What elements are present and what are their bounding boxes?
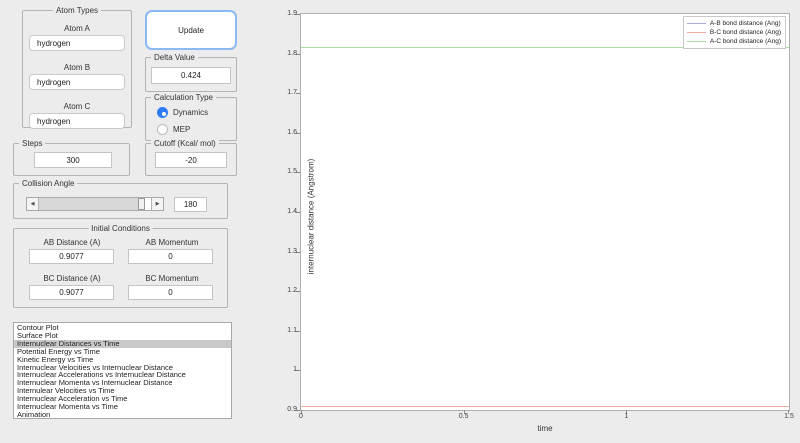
legend-entry: A-C bond distance (Ang) [686, 37, 781, 46]
collision-angle-panel: Collision Angle ◀ ▶ 180 [13, 179, 228, 219]
delta-value-title: Delta Value [151, 53, 198, 62]
list-item[interactable]: Animation [14, 411, 231, 418]
y-tick-label: 1.8 [287, 49, 297, 57]
collision-angle-slider[interactable]: ◀ ▶ [26, 197, 164, 211]
radio-unselected-icon [157, 124, 168, 135]
y-tick-label: 1.7 [287, 89, 297, 97]
delta-value-panel: Delta Value 0.424 [145, 53, 237, 92]
legend-line-swatch [686, 23, 706, 24]
atom-c-value: hydrogen [37, 116, 71, 126]
y-axis-label: internuclear distance (Angstrom) [306, 158, 316, 275]
pes-app-window: Atom Types Atom A hydrogen ▴ ▾ Atom B hyd… [0, 0, 800, 443]
initial-conditions-panel: Initial Conditions AB Distance (A) AB Mo… [13, 224, 228, 308]
calculation-type-title: Calculation Type [151, 93, 216, 102]
x-axis-label: time [537, 424, 553, 433]
slider-thumb[interactable] [137, 198, 145, 210]
legend-entry: A-B bond distance (Ang) [686, 19, 781, 28]
ab-distance-label: AB Distance (A) [43, 238, 101, 247]
steps-title: Steps [19, 139, 46, 148]
y-tick-label: 1.9 [287, 10, 297, 17]
initial-conditions-title: Initial Conditions [88, 224, 153, 233]
bc-momentum-field[interactable]: 0 [128, 285, 213, 300]
legend-label: A-C bond distance (Ang) [709, 38, 781, 45]
y-tick-label: 1.2 [287, 287, 297, 295]
plot-legend[interactable]: A-B bond distance (Ang) B-C bond distance… [682, 16, 786, 49]
dropdown-stepper-icon: ▴ ▾ [114, 116, 118, 125]
legend-label: B-C bond distance (Ang) [709, 29, 781, 36]
mep-radio[interactable]: MEP [157, 124, 190, 135]
slider-left-arrow-icon[interactable]: ◀ [27, 198, 39, 210]
legend-label: A-B bond distance (Ang) [709, 20, 781, 27]
legend-line-swatch [686, 32, 706, 33]
delta-value-field[interactable]: 0.424 [151, 67, 231, 84]
x-tick-label: 0.5 [458, 413, 469, 420]
atom-c-dropdown[interactable]: hydrogen ▴ ▾ [29, 113, 125, 129]
plot-type-listbox[interactable]: Contour Plot Surface Plot Internuclear Dis… [13, 322, 232, 419]
x-tick-label: 1 [624, 413, 629, 420]
legend-line-swatch [686, 41, 706, 42]
collision-angle-field[interactable]: 180 [174, 197, 207, 212]
dynamics-radio-label: Dynamics [173, 108, 209, 117]
atom-b-dropdown[interactable]: hydrogen ▴ ▾ [29, 74, 125, 90]
series-line-2 [301, 406, 789, 408]
ab-momentum-label: AB Momentum [145, 238, 199, 247]
y-tick-label: 1.3 [287, 247, 297, 255]
collision-angle-title: Collision Angle [19, 179, 78, 188]
y-tick-label: 1.1 [287, 326, 297, 334]
bc-distance-field[interactable]: 0.9077 [29, 285, 114, 300]
y-tick-label: 1.4 [287, 208, 297, 215]
atom-c-label: Atom C [63, 102, 91, 111]
steps-panel: Steps 300 [13, 139, 130, 176]
bc-distance-label: BC Distance (A) [43, 274, 101, 283]
update-button[interactable]: Update [145, 10, 237, 50]
atom-a-value: hydrogen [37, 38, 71, 48]
x-tick-label: 0 [299, 413, 303, 420]
plot-axes[interactable]: internuclear distance (Angstrom) time A-… [287, 10, 794, 433]
ab-distance-field[interactable]: 0.9077 [29, 249, 114, 264]
atom-types-title: Atom Types [52, 6, 102, 15]
y-tick-label: 0.9 [287, 406, 297, 413]
atom-b-label: Atom B [63, 63, 91, 72]
y-tick-label: 1.5 [287, 168, 297, 176]
bc-momentum-label: BC Momentum [145, 274, 199, 283]
slider-fill [39, 198, 139, 210]
calculation-type-panel: Calculation Type Dynamics MEP [145, 93, 237, 141]
atom-b-value: hydrogen [37, 77, 71, 87]
atom-a-label: Atom A [64, 24, 90, 33]
slider-right-arrow-icon[interactable]: ▶ [151, 198, 163, 210]
y-tick-label: 1.6 [287, 128, 297, 136]
slider-track[interactable] [39, 198, 151, 210]
ab-momentum-field[interactable]: 0 [128, 249, 213, 264]
x-tick-label: 1.5 [784, 413, 794, 420]
steps-field[interactable]: 300 [34, 152, 112, 168]
radio-selected-icon [157, 107, 168, 118]
atom-types-panel: Atom Types Atom A hydrogen ▴ ▾ Atom B hyd… [22, 6, 132, 129]
cutoff-field[interactable]: -20 [155, 152, 227, 168]
cutoff-title: Cutoff (Kcal/ mol) [151, 139, 219, 148]
dynamics-radio[interactable]: Dynamics [157, 107, 208, 118]
dropdown-stepper-icon: ▴ ▾ [114, 77, 118, 86]
y-tick-label: 1 [293, 366, 297, 374]
dropdown-stepper-icon: ▴ ▾ [114, 38, 118, 47]
cutoff-panel: Cutoff (Kcal/ mol) -20 [145, 139, 237, 176]
atom-a-dropdown[interactable]: hydrogen ▴ ▾ [29, 35, 125, 51]
mep-radio-label: MEP [173, 125, 191, 134]
legend-entry: B-C bond distance (Ang) [686, 28, 781, 37]
